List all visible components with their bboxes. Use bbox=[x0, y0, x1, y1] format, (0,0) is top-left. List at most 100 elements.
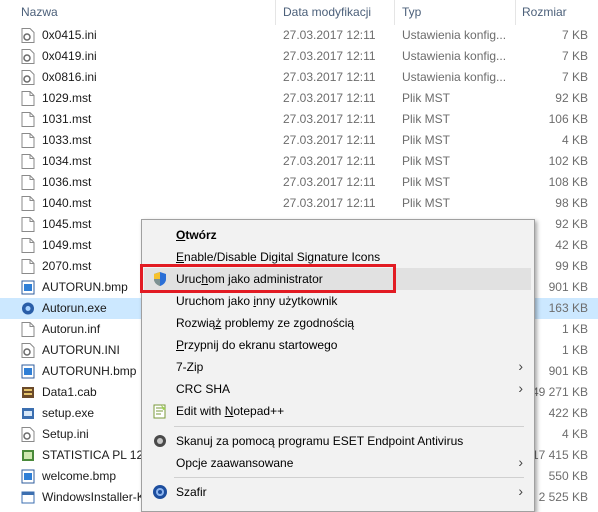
file-row[interactable]: 1036.mst 27.03.2017 12:11 Plik MST 108 KB bbox=[0, 172, 598, 193]
menu-item-label: Szafir bbox=[176, 485, 207, 499]
menu-item-label: Enable/Disable Digital Signature Icons bbox=[176, 250, 381, 264]
file-size: 99 KB bbox=[555, 259, 588, 273]
file-icon bbox=[21, 112, 35, 127]
ini-file-icon bbox=[21, 49, 35, 64]
file-name: Autorun.inf bbox=[42, 322, 101, 336]
file-size: 42 KB bbox=[555, 238, 588, 252]
column-header-date[interactable]: Data modyfikacji bbox=[283, 5, 371, 19]
file-icon bbox=[21, 91, 35, 106]
image-file-icon bbox=[21, 280, 35, 295]
file-icon bbox=[21, 259, 35, 274]
menu-item-label: Uruchom jako inny użytkownik bbox=[176, 294, 338, 308]
file-type: Ustawienia konfig... bbox=[402, 49, 507, 63]
file-name: 1034.mst bbox=[42, 154, 92, 168]
file-name: AUTORUNH.bmp bbox=[42, 364, 137, 378]
file-date: 27.03.2017 12:11 bbox=[283, 28, 376, 42]
ini-file-icon bbox=[21, 70, 35, 85]
column-divider[interactable] bbox=[394, 0, 395, 25]
file-type: Plik MST bbox=[402, 196, 450, 210]
file-icon bbox=[21, 217, 35, 232]
file-row[interactable]: 0x0419.ini 27.03.2017 12:11 Ustawienia kon… bbox=[0, 46, 598, 67]
context-menu: Otwórz Enable/Disable Digital Signature … bbox=[141, 219, 535, 512]
menu-item-edit-notepad[interactable]: Edit with Notepad++ bbox=[144, 400, 531, 422]
file-name: setup.exe bbox=[42, 406, 95, 420]
file-name: 1031.mst bbox=[42, 112, 92, 126]
file-name: Setup.ini bbox=[42, 427, 89, 441]
column-header-type[interactable]: Typ bbox=[402, 5, 421, 19]
column-header-bar: ⌃ Nazwa Data modyfikacji Typ Rozmiar bbox=[0, 0, 598, 25]
file-date: 27.03.2017 12:11 bbox=[283, 70, 376, 84]
file-name: AUTORUN.INI bbox=[42, 343, 120, 357]
file-icon bbox=[21, 133, 35, 148]
menu-item-label: Opcje zaawansowane bbox=[176, 456, 294, 470]
menu-item-open[interactable]: Otwórz bbox=[144, 224, 531, 246]
file-type: Ustawienia konfig... bbox=[402, 28, 507, 42]
file-row[interactable]: 0x0816.ini 27.03.2017 12:11 Ustawienia kon… bbox=[0, 67, 598, 88]
menu-item-szafir[interactable]: Szafir › bbox=[144, 481, 531, 503]
file-type: Plik MST bbox=[402, 112, 450, 126]
file-icon bbox=[21, 154, 35, 169]
notepad-plus-plus-icon bbox=[152, 403, 168, 419]
exe-file-icon bbox=[21, 490, 35, 505]
menu-separator bbox=[174, 426, 524, 427]
file-name: 1036.mst bbox=[42, 175, 92, 189]
menu-item-run-as-other-user[interactable]: Uruchom jako inny użytkownik bbox=[144, 290, 531, 312]
file-size: 4 KB bbox=[561, 133, 588, 147]
menu-item-label: Przypnij do ekranu startowego bbox=[176, 338, 338, 352]
file-name: 1049.mst bbox=[42, 238, 92, 252]
ini-file-icon bbox=[21, 28, 35, 43]
file-row[interactable]: 1040.mst 27.03.2017 12:11 Plik MST 98 KB bbox=[0, 193, 598, 214]
menu-item-eset-scan[interactable]: Skanuj za pomocą programu ESET Endpoint … bbox=[144, 430, 531, 452]
file-type: Plik MST bbox=[402, 154, 450, 168]
file-name: 1040.mst bbox=[42, 196, 92, 210]
menu-item-crc-sha[interactable]: CRC SHA › bbox=[144, 378, 531, 400]
menu-item-label: CRC SHA bbox=[176, 382, 231, 396]
file-date: 27.03.2017 12:11 bbox=[283, 154, 376, 168]
file-type: Plik MST bbox=[402, 91, 450, 105]
menu-item-7zip[interactable]: 7-Zip › bbox=[144, 356, 531, 378]
file-size: 92 KB bbox=[555, 91, 588, 105]
file-icon bbox=[21, 175, 35, 190]
file-row[interactable]: 1031.mst 27.03.2017 12:11 Plik MST 106 KB bbox=[0, 109, 598, 130]
file-row[interactable]: 1034.mst 27.03.2017 12:11 Plik MST 102 KB bbox=[0, 151, 598, 172]
column-header-size[interactable]: Rozmiar bbox=[522, 5, 567, 19]
file-row[interactable]: 0x0415.ini 27.03.2017 12:11 Ustawienia kon… bbox=[0, 25, 598, 46]
setup-exe-icon bbox=[21, 406, 35, 421]
file-name: 0x0816.ini bbox=[42, 70, 97, 84]
menu-item-troubleshoot-compatibility[interactable]: Rozwiąż problemy ze zgodnością bbox=[144, 312, 531, 334]
file-name: WindowsInstaller-K bbox=[42, 490, 145, 504]
file-size: 550 KB bbox=[548, 469, 588, 483]
eset-antivirus-icon bbox=[152, 433, 168, 449]
file-size: 7 KB bbox=[561, 28, 588, 42]
file-name: 0x0419.ini bbox=[42, 49, 97, 63]
file-size: 102 KB bbox=[548, 154, 588, 168]
file-type: Plik MST bbox=[402, 175, 450, 189]
file-row[interactable]: 1029.mst 27.03.2017 12:11 Plik MST 92 KB bbox=[0, 88, 598, 109]
menu-item-advanced-options[interactable]: Opcje zaawansowane › bbox=[144, 452, 531, 474]
column-divider[interactable] bbox=[515, 0, 516, 25]
ini-file-icon bbox=[21, 427, 35, 442]
ini-file-icon bbox=[21, 343, 35, 358]
file-name: 2070.mst bbox=[42, 259, 92, 273]
file-icon bbox=[21, 238, 35, 253]
file-type: Plik MST bbox=[402, 133, 450, 147]
file-size: 1 KB bbox=[561, 343, 588, 357]
submenu-arrow-icon: › bbox=[518, 380, 523, 396]
image-file-icon bbox=[21, 364, 35, 379]
file-row[interactable]: 1033.mst 27.03.2017 12:11 Plik MST 4 KB bbox=[0, 130, 598, 151]
column-divider[interactable] bbox=[275, 0, 276, 25]
autorun-exe-icon bbox=[21, 301, 35, 316]
cab-file-icon bbox=[21, 385, 35, 400]
file-name: 1045.mst bbox=[42, 217, 92, 231]
file-size: 7 KB bbox=[561, 70, 588, 84]
file-name: 1033.mst bbox=[42, 133, 92, 147]
file-name: STATISTICA PL 12.5 bbox=[42, 448, 154, 462]
file-size: 92 KB bbox=[555, 217, 588, 231]
szafir-icon bbox=[152, 484, 168, 500]
file-size: 4 KB bbox=[561, 427, 588, 441]
submenu-arrow-icon: › bbox=[518, 454, 523, 470]
file-icon bbox=[21, 196, 35, 211]
column-header-name[interactable]: Nazwa bbox=[21, 5, 58, 19]
menu-item-pin-to-start[interactable]: Przypnij do ekranu startowego bbox=[144, 334, 531, 356]
file-size: 422 KB bbox=[548, 406, 588, 420]
